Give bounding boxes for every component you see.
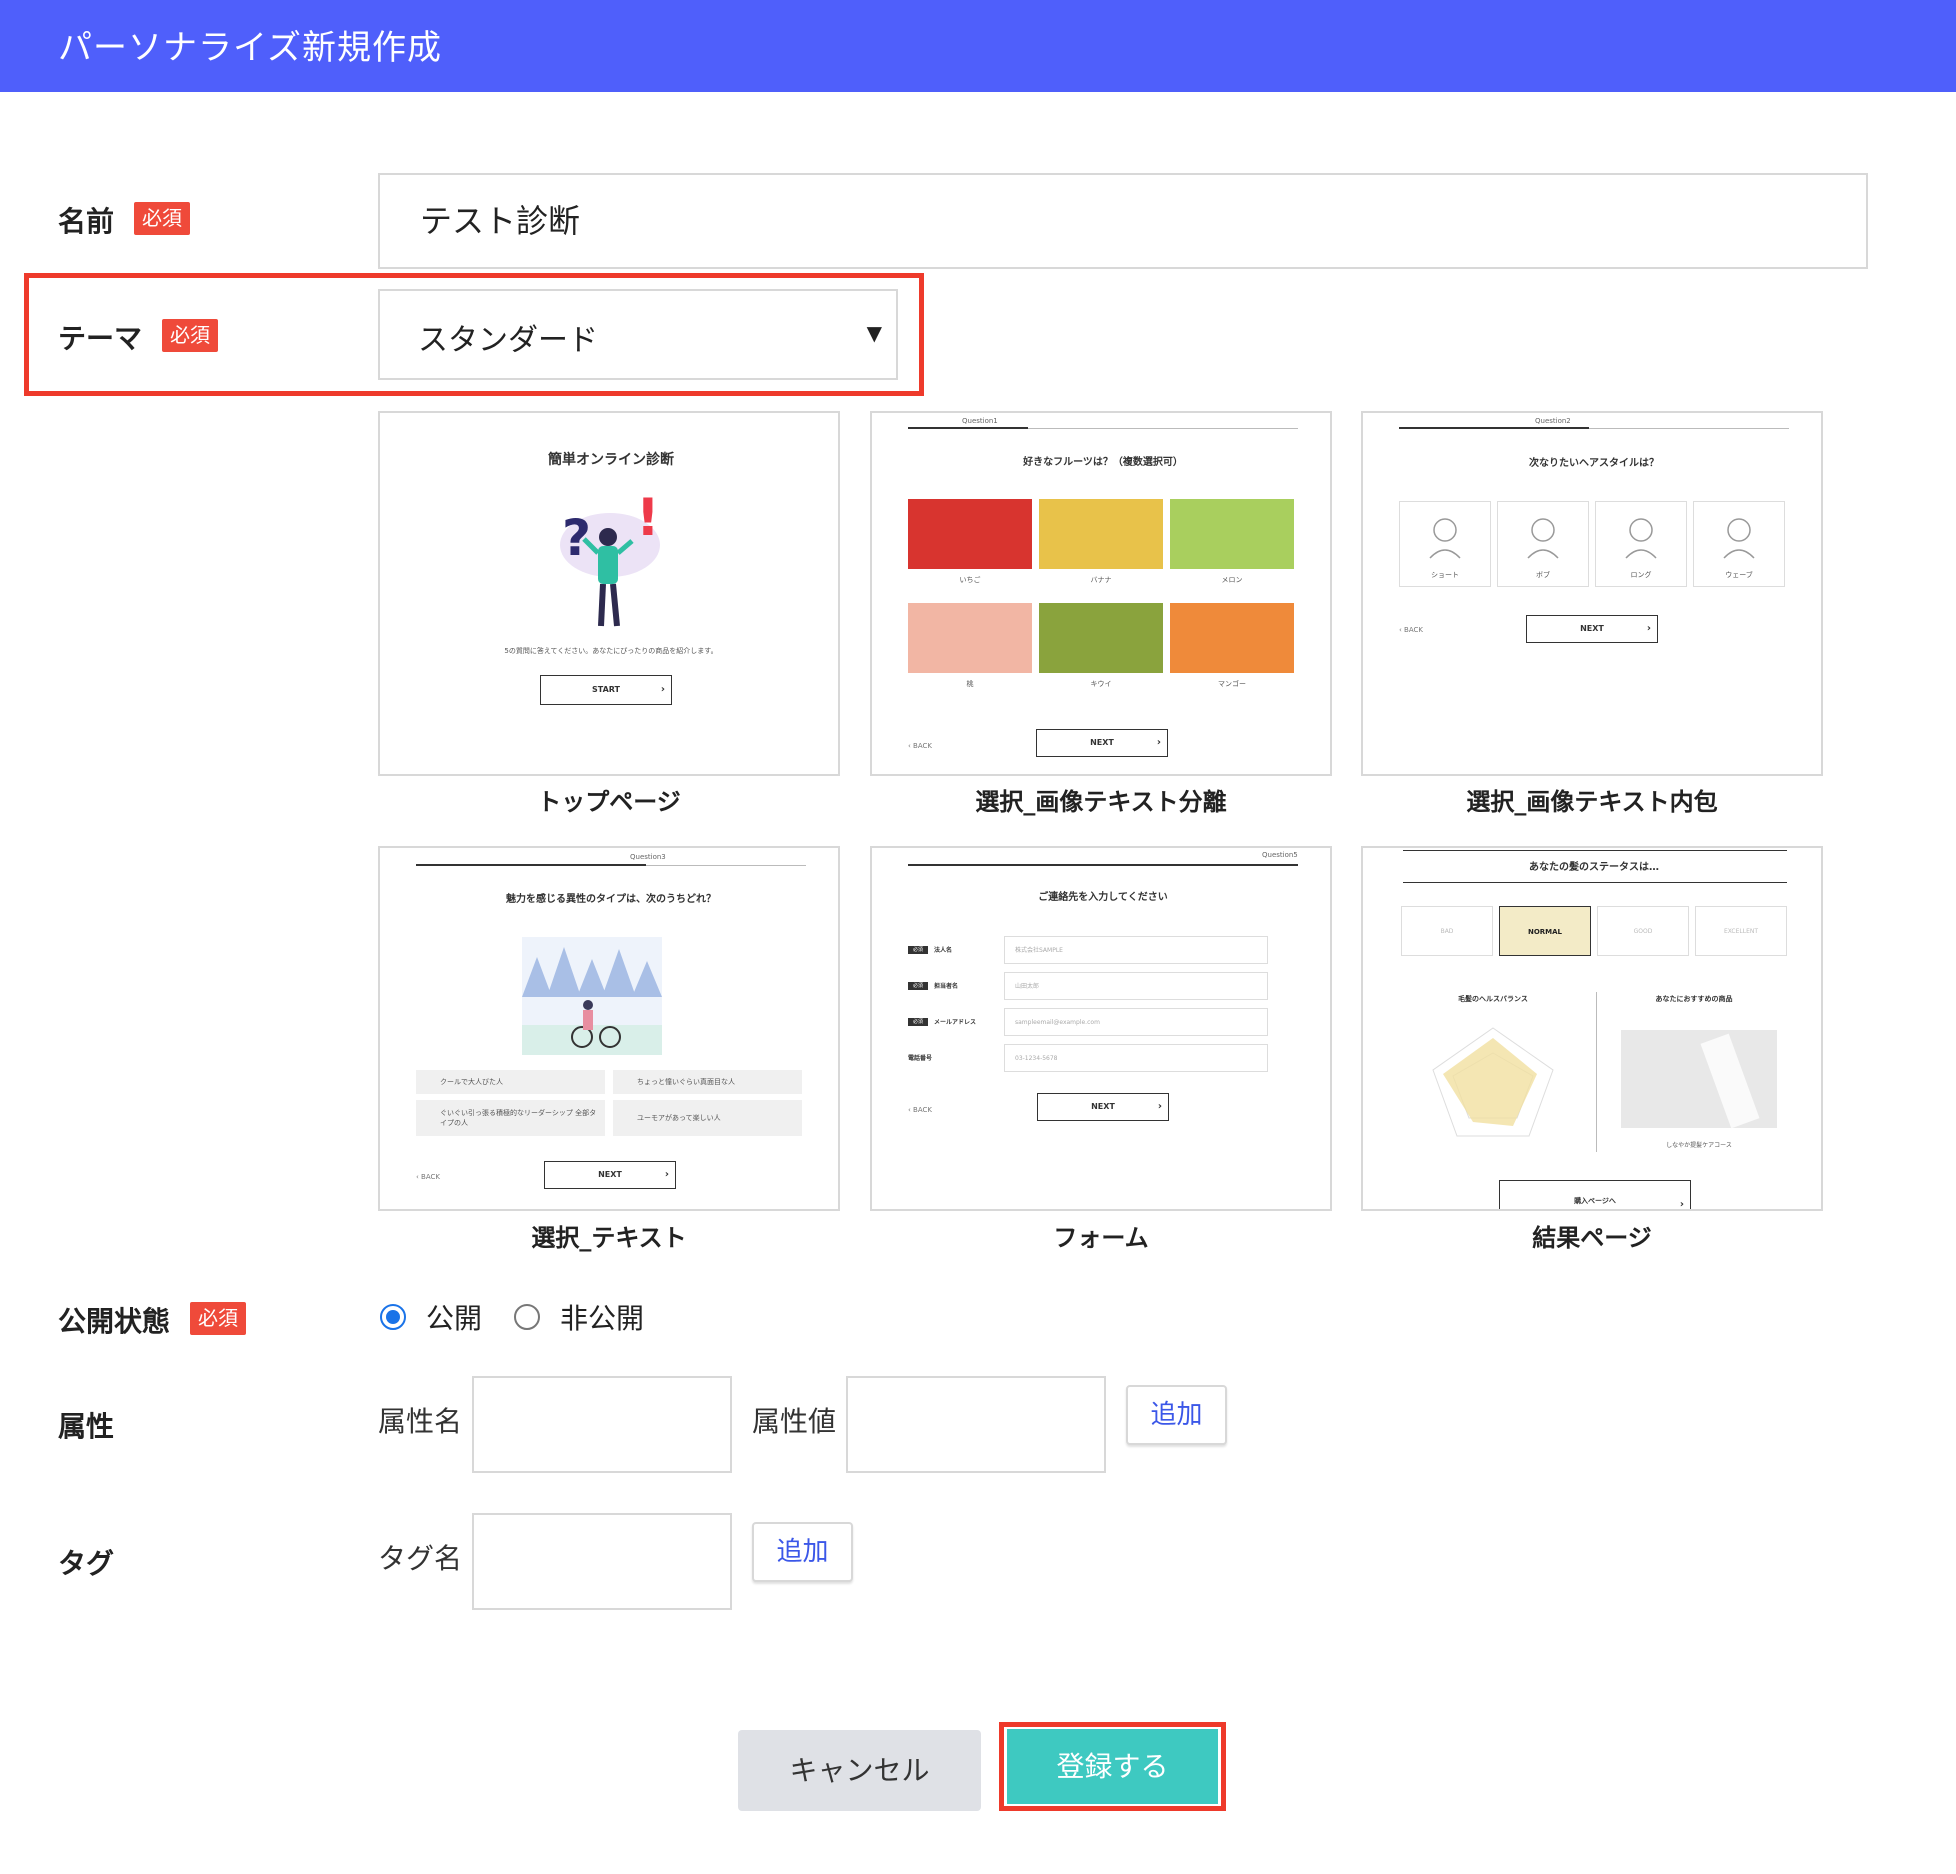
tag-name-input[interactable] <box>472 1513 732 1610</box>
preview-question-no: Question5 <box>1262 851 1298 859</box>
attribute-label: 属性 <box>58 1410 115 1443</box>
tag-label: タグ <box>58 1547 115 1580</box>
preview-question-no: Question2 <box>1535 417 1571 425</box>
private-radio-label[interactable]: 非公開 <box>560 1297 644 1337</box>
banana-image <box>1039 499 1163 569</box>
preview-next-button: NEXT › <box>1526 615 1658 643</box>
hair-option: ウェーブ <box>1693 501 1785 587</box>
template-preview-form[interactable]: Question5 ご連絡先を入力してください 必須 法人名 株式会社SAMPL… <box>870 846 1332 1211</box>
strawberry-image <box>908 499 1032 569</box>
template-caption: フォーム <box>1053 1224 1149 1252</box>
template-preview-image-text-included[interactable]: Question2 次なりたいヘアスタイルは？ ショート ボブ ロング ウェーブ… <box>1361 411 1823 776</box>
preview-next-button: NEXT › <box>1036 729 1168 757</box>
radar-chart <box>1432 1027 1554 1137</box>
attribute-name-input[interactable] <box>472 1376 732 1473</box>
attribute-value-input[interactable] <box>846 1376 1106 1473</box>
page-header: パーソナライズ新規作成 <box>0 0 1956 92</box>
template-caption: 選択_画像テキスト分離 <box>975 788 1227 816</box>
attribute-value-label: 属性値 <box>752 1405 837 1438</box>
preview-title: あなたの髪のステータスは… <box>1529 862 1659 873</box>
preview-text: 5の質問に答えてください。あなたにぴったりの商品を紹介します。 <box>504 647 718 655</box>
chevron-right-icon: › <box>1679 1199 1684 1210</box>
melon-image <box>1170 499 1294 569</box>
template-caption: 結果ページ <box>1532 1224 1652 1252</box>
preview-title: ご連絡先を入力してください <box>1038 892 1168 903</box>
private-radio[interactable] <box>514 1304 540 1330</box>
required-badge: 必須 <box>190 1302 246 1335</box>
preview-title: 簡単オンライン診断 <box>548 452 674 468</box>
preview-question-no: Question1 <box>962 417 998 425</box>
hair-option: ボブ <box>1497 501 1589 587</box>
hair-option: ロング <box>1595 501 1687 587</box>
template-caption: 選択_画像テキスト内包 <box>1466 788 1718 816</box>
template-preview-text-select[interactable]: Question3 魅力を感じる異性のタイプは、次のうちどれ？ クールで大人びた… <box>378 846 840 1211</box>
name-input[interactable]: テスト診断 <box>378 173 1868 269</box>
chevron-right-icon: › <box>1156 737 1161 748</box>
public-radio[interactable] <box>380 1304 406 1330</box>
submit-button[interactable]: 登録する <box>1007 1729 1218 1804</box>
theme-select-value: スタンダード <box>418 323 598 358</box>
svg-text:?: ? <box>562 509 591 567</box>
preview-next-button: NEXT › <box>1037 1093 1169 1121</box>
hair-option: ショート <box>1399 501 1491 587</box>
chevron-right-icon: › <box>660 684 665 695</box>
preview-purchase-button: 購入ページへ › <box>1499 1180 1691 1210</box>
cancel-button[interactable]: キャンセル <box>738 1730 981 1811</box>
preview-title: 好きなフルーツは？（複数選択可） <box>1023 457 1183 468</box>
chevron-right-icon: › <box>1646 623 1651 634</box>
chevron-right-icon: › <box>664 1169 669 1180</box>
preview-title: 次なりたいヘアスタイルは？ <box>1529 458 1659 469</box>
selected-status: NORMAL <box>1499 906 1591 956</box>
peach-image <box>908 603 1032 673</box>
template-caption: 選択_テキスト <box>531 1224 687 1252</box>
template-preview-image-text-separated[interactable]: Question1 好きなフルーツは？（複数選択可） いちご バナナ メロン 桃… <box>870 411 1332 776</box>
attribute-name-label: 属性名 <box>378 1405 463 1438</box>
theme-select[interactable]: スタンダード ▼ <box>378 289 898 380</box>
template-caption: トップページ <box>537 788 681 816</box>
svg-text:!: ! <box>636 488 660 548</box>
required-badge: 必須 <box>162 319 218 352</box>
template-preview-result[interactable]: あなたの髪のステータスは… BAD NORMAL GOOD EXCELLENT … <box>1361 846 1823 1211</box>
mango-image <box>1170 603 1294 673</box>
preview-question-no: Question3 <box>630 853 666 861</box>
product-image <box>1621 1030 1777 1129</box>
template-preview-top-page[interactable]: ? ! 簡単オンライン診断 5の質問に答えてください。あなたにぴったりの商品を紹… <box>378 411 840 776</box>
preview-title: 魅力を感じる異性のタイプは、次のうちどれ？ <box>506 894 716 905</box>
preview-start-button: START › <box>540 675 672 705</box>
kiwi-image <box>1039 603 1163 673</box>
caret-down-icon: ▼ <box>866 321 882 345</box>
tag-name-label: タグ名 <box>378 1542 463 1575</box>
couple-illustration <box>522 937 662 1055</box>
chevron-right-icon: › <box>1157 1101 1162 1112</box>
visibility-label: 公開状態 <box>58 1305 171 1338</box>
preview-next-button: NEXT › <box>544 1161 676 1189</box>
page-title: パーソナライズ新規作成 <box>58 28 442 68</box>
required-badge: 必須 <box>134 202 190 235</box>
theme-label: テーマ <box>58 322 143 355</box>
add-tag-button[interactable]: 追加 <box>752 1522 853 1582</box>
public-radio-label[interactable]: 公開 <box>426 1297 482 1337</box>
add-attribute-button[interactable]: 追加 <box>1126 1385 1227 1445</box>
name-label: 名前 <box>58 205 115 238</box>
